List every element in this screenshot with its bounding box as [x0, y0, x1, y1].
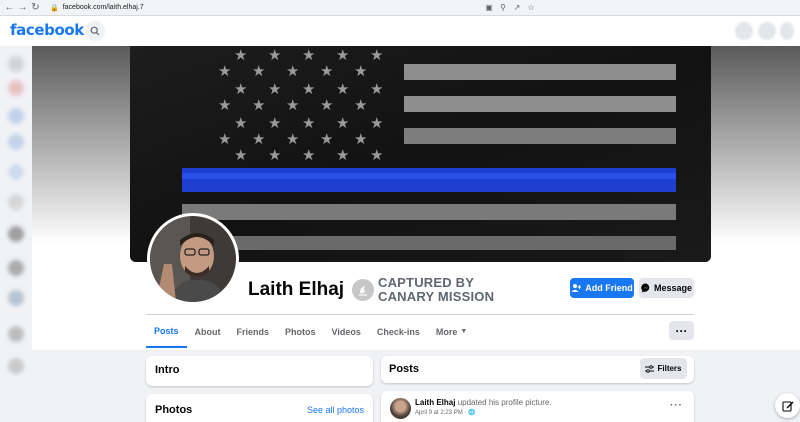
svg-text:★: ★	[336, 47, 349, 64]
svg-text:★: ★	[302, 47, 315, 64]
svg-text:★: ★	[234, 115, 247, 132]
filters-button[interactable]: Filters	[640, 358, 687, 379]
new-message-button[interactable]	[775, 393, 800, 418]
star-icon[interactable]: ☆	[526, 1, 536, 13]
svg-text:★: ★	[320, 63, 333, 80]
url-text: facebook.com/laith.elhaj.7	[62, 4, 144, 11]
caret-down-icon: ▼	[460, 328, 468, 335]
watermark-line-2: CANARY MISSION	[378, 289, 495, 304]
message-label: Message	[653, 283, 693, 293]
share-icon[interactable]: ↗	[512, 1, 522, 13]
reload-icon[interactable]: ↻	[29, 1, 42, 15]
svg-text:★: ★	[218, 97, 231, 114]
profile-avatar[interactable]	[147, 213, 239, 305]
svg-text:★: ★	[370, 115, 383, 132]
svg-text:★: ★	[286, 63, 299, 80]
zoom-icon[interactable]: ⚲	[498, 1, 508, 13]
filters-label: Filters	[657, 364, 682, 373]
tab-photos[interactable]: Photos	[277, 315, 324, 348]
message-button[interactable]: Message	[639, 278, 694, 298]
svg-text:★: ★	[252, 63, 265, 80]
facebook-logo[interactable]: facebook	[10, 21, 84, 39]
svg-text:★: ★	[268, 115, 281, 132]
svg-text:★: ★	[218, 63, 231, 80]
svg-text:★: ★	[234, 147, 247, 164]
globe-icon: 🌐	[468, 410, 476, 416]
blurred-sidebar	[0, 46, 32, 422]
profile-tabs: Posts About Friends Photos Videos Check-…	[146, 315, 475, 348]
svg-text:★: ★	[354, 97, 367, 114]
intro-title: Intro	[155, 364, 180, 376]
blurred-account-icon	[758, 22, 776, 40]
messenger-icon	[641, 283, 650, 293]
svg-text:★: ★	[302, 115, 315, 132]
post-author-avatar[interactable]	[390, 398, 411, 419]
search-button[interactable]	[85, 21, 105, 41]
tab-check-ins[interactable]: Check-ins	[369, 315, 428, 348]
svg-text:★: ★	[234, 47, 247, 64]
back-icon[interactable]: ←	[3, 1, 16, 15]
photos-card: Photos See all photos	[146, 394, 373, 422]
svg-text:★: ★	[354, 131, 367, 148]
posts-title: Posts	[389, 363, 419, 375]
profile-more-button[interactable]: ···	[669, 321, 694, 340]
post-date-text: April 9 at 2:23 PM ·	[415, 410, 467, 416]
tab-friends[interactable]: Friends	[229, 315, 278, 348]
blurred-menu-icon	[735, 22, 753, 40]
watermark-line-1: CAPTURED BY	[378, 275, 475, 290]
filter-sliders-icon	[645, 364, 655, 373]
add-friend-label: Add Friend	[585, 283, 633, 293]
see-all-photos-link[interactable]: See all photos	[307, 405, 364, 415]
cast-icon[interactable]: ▣	[484, 1, 494, 13]
svg-text:★: ★	[336, 81, 349, 98]
svg-text:★: ★	[252, 131, 265, 148]
add-friend-button[interactable]: Add Friend	[570, 278, 634, 298]
profile-name: Laith Elhaj	[248, 279, 345, 300]
svg-text:★: ★	[320, 97, 333, 114]
svg-text:★: ★	[268, 47, 281, 64]
svg-text:★: ★	[286, 97, 299, 114]
svg-text:★: ★	[336, 115, 349, 132]
svg-text:★: ★	[370, 47, 383, 64]
canary-mission-watermark: CAPTURED BY CANARY MISSION	[352, 276, 494, 304]
search-icon	[90, 26, 100, 36]
svg-text:★: ★	[370, 147, 383, 164]
avatar-photo	[150, 216, 236, 302]
tab-videos[interactable]: Videos	[324, 315, 369, 348]
svg-text:★: ★	[320, 131, 333, 148]
svg-text:★: ★	[286, 131, 299, 148]
lock-icon: 🔒	[50, 4, 59, 12]
svg-text:★: ★	[218, 131, 231, 148]
svg-text:★: ★	[268, 147, 281, 164]
tab-more-label: More	[435, 326, 458, 337]
svg-text:★: ★	[252, 97, 265, 114]
post-action-text: updated his profile picture.	[457, 398, 552, 407]
canary-mission-logo-icon	[352, 279, 374, 301]
add-user-icon	[571, 284, 582, 292]
post-author-name[interactable]: Laith Elhaj	[415, 398, 455, 407]
address-bar[interactable]: 🔒 facebook.com/laith.elhaj.7	[50, 4, 144, 12]
photos-title: Photos	[155, 404, 193, 416]
post-header-text: Laith Elhaj updated his profile picture.	[415, 398, 552, 407]
post-options-button[interactable]: ···	[670, 400, 683, 411]
svg-text:★: ★	[268, 81, 281, 98]
svg-text:★: ★	[354, 63, 367, 80]
tab-more[interactable]: More ▼	[428, 315, 475, 348]
svg-text:★: ★	[336, 147, 349, 164]
blurred-notification-icon	[780, 22, 794, 40]
facebook-header: facebook	[0, 16, 800, 46]
forward-icon[interactable]: →	[16, 1, 29, 15]
svg-text:★: ★	[302, 81, 315, 98]
tab-about[interactable]: About	[187, 315, 229, 348]
browser-toolbar: ← → ↻ 🔒 facebook.com/laith.elhaj.7 ▣ ⚲ ↗…	[0, 0, 800, 16]
svg-text:★: ★	[302, 147, 315, 164]
tab-posts[interactable]: Posts	[146, 315, 187, 348]
svg-text:★: ★	[370, 81, 383, 98]
svg-text:★: ★	[234, 81, 247, 98]
compose-icon	[781, 400, 793, 412]
post-timestamp[interactable]: April 9 at 2:23 PM · 🌐	[415, 409, 476, 416]
intro-card: Intro	[146, 356, 373, 386]
